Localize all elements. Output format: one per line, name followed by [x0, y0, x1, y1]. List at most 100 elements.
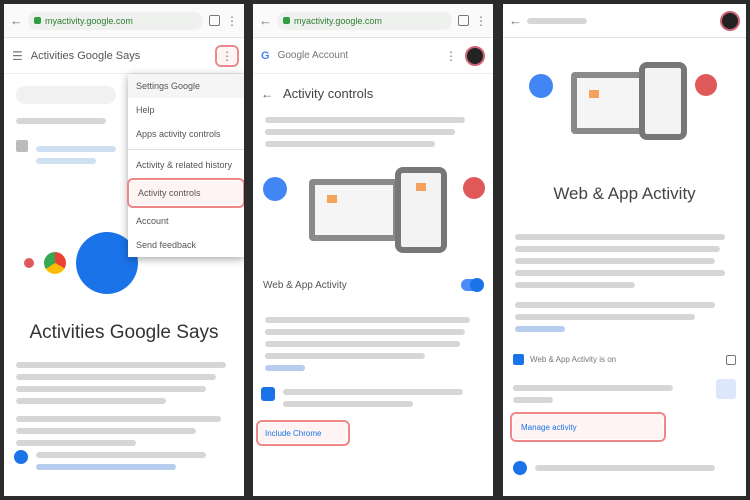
chrome-history-row [253, 387, 493, 413]
text-line [515, 270, 725, 276]
text-line [16, 416, 221, 422]
back-arrow-icon[interactable]: ← [509, 13, 522, 28]
url-bar[interactable]: myactivity.google.com [277, 11, 452, 30]
description-text [253, 317, 493, 371]
item-icon [16, 140, 28, 152]
lock-icon [34, 17, 41, 24]
include-chrome-link[interactable]: Include Chrome [256, 420, 350, 446]
menu-item[interactable]: Activity & related history [128, 153, 244, 177]
text-line [515, 314, 695, 320]
page-heading: Activities Google Says [29, 322, 219, 343]
browser-toolbar: ← myactivity.google.com ⋮ [4, 4, 244, 38]
copy-icon[interactable] [726, 354, 736, 365]
avatar[interactable] [465, 45, 485, 66]
lock-icon [283, 17, 290, 24]
text-line [265, 317, 470, 323]
back-arrow-icon[interactable]: ← [259, 13, 272, 28]
link-line[interactable] [265, 365, 305, 371]
text-line [515, 282, 635, 288]
back-arrow-icon[interactable]: ← [10, 13, 23, 28]
tabs-icon[interactable] [458, 15, 469, 26]
app-title: Activities Google Says [30, 49, 141, 62]
page-title: Activity controls [283, 86, 374, 101]
red-dot-icon [24, 258, 34, 268]
text-line [36, 158, 96, 164]
red-circle-icon [695, 74, 717, 96]
text-line [16, 386, 206, 392]
app-header: G Google Account ⋮ [253, 38, 493, 74]
toggle-label: Web & App Activity [263, 279, 347, 291]
menu-item[interactable]: Settings Google [128, 74, 244, 98]
text-line [513, 397, 553, 403]
footer-info [14, 450, 236, 476]
apps-grid-icon[interactable]: ⋮ [445, 50, 457, 62]
checkbox-group: Web & App Activity is on [513, 354, 616, 365]
orange-block [327, 195, 337, 203]
text-line [265, 117, 465, 123]
text-line [265, 353, 425, 359]
link-line[interactable] [36, 464, 176, 470]
menu-item[interactable]: Account [128, 209, 244, 233]
app-toolbar: ← [503, 4, 746, 38]
text-line [265, 141, 435, 147]
overflow-dropdown-menu: Settings Google Help Apps activity contr… [127, 74, 244, 257]
red-circle-icon [463, 177, 485, 199]
url-text: myactivity.google.com [45, 15, 133, 26]
activity-controls-menu-item[interactable]: Activity controls [127, 178, 244, 208]
menu-item[interactable]: Send feedback [128, 233, 244, 257]
external-link-icon[interactable] [716, 379, 736, 399]
menu-item[interactable]: Apps activity controls [128, 122, 244, 146]
manage-activity-button[interactable]: Manage activity [510, 412, 666, 442]
search-pill[interactable] [16, 86, 116, 104]
text-line [515, 302, 715, 308]
devices-illustration [253, 167, 493, 267]
orange-block [416, 183, 426, 191]
tabs-icon[interactable] [209, 15, 220, 26]
checkbox[interactable] [513, 354, 524, 365]
menu-item[interactable]: Help [128, 98, 244, 122]
intro-text [253, 117, 493, 147]
overflow-menu-button[interactable]: ⋮ [215, 44, 239, 67]
text-line [265, 329, 465, 335]
url-bar[interactable]: myactivity.google.com [28, 11, 203, 30]
page-header: ← Activity controls [253, 74, 493, 111]
action-label: Include Chrome [265, 428, 322, 438]
text-line [16, 362, 226, 368]
text-line [283, 401, 413, 407]
blue-circle-icon [529, 74, 553, 98]
text-line [16, 118, 106, 124]
text-line [36, 452, 206, 458]
description-text [503, 234, 746, 332]
blue-circle-icon [263, 177, 287, 201]
text-line [515, 246, 720, 252]
text-line [16, 440, 136, 446]
text-line [265, 129, 455, 135]
back-icon[interactable]: ← [261, 87, 273, 101]
text-line [513, 385, 673, 391]
hamburger-icon[interactable]: ☰ [12, 50, 23, 62]
more-options-icon[interactable]: ⋮ [226, 15, 238, 27]
checkbox[interactable] [261, 387, 275, 401]
text-line [515, 234, 725, 240]
divider [128, 149, 244, 150]
body-text [4, 356, 244, 452]
google-logo-icon: G [261, 49, 270, 62]
text-line [36, 146, 116, 152]
avatar[interactable] [720, 10, 740, 31]
app-name: Google Account [277, 50, 349, 61]
hero-graphic [24, 232, 138, 294]
text-line [16, 398, 166, 404]
phone-icon [395, 167, 447, 253]
text-line [527, 17, 587, 24]
orange-block [589, 90, 599, 98]
devices-illustration [503, 62, 746, 174]
toggle-row: Web & App Activity [253, 267, 493, 303]
more-options-icon[interactable]: ⋮ [475, 15, 487, 27]
learn-more-link[interactable] [515, 326, 565, 332]
toolbar-spacer [527, 17, 714, 25]
action-label: Manage activity [521, 422, 577, 432]
web-app-activity-toggle[interactable] [461, 278, 484, 292]
panel-activity-controls: ← myactivity.google.com ⋮ G Google Accou… [253, 4, 493, 496]
text-line [283, 389, 463, 395]
footer-info [503, 461, 746, 477]
